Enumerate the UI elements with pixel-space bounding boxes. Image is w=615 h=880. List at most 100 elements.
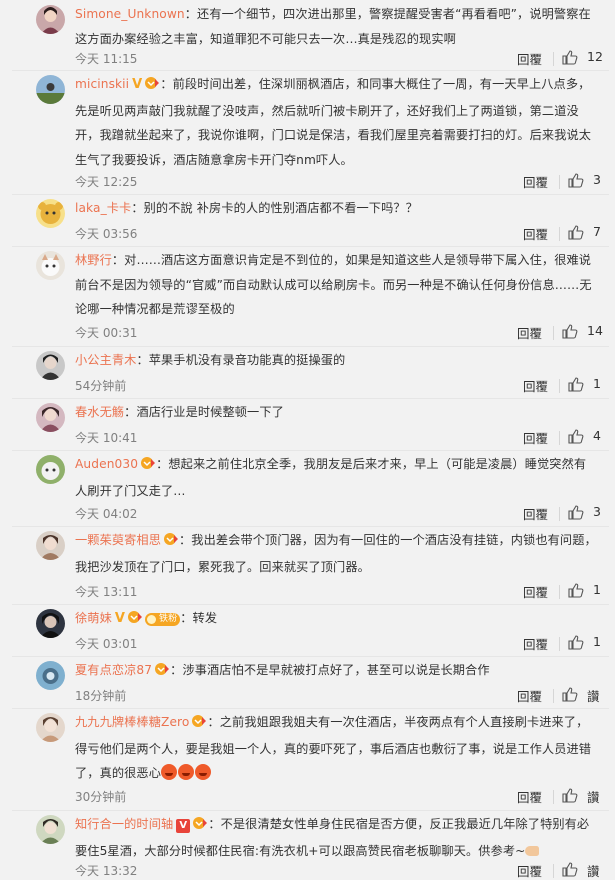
username-link[interactable]: 九九九牌棒棒糖Zero <box>75 715 189 729</box>
timestamp: 今天 03:01 <box>75 637 138 651</box>
username-link[interactable]: 春水无觞 <box>75 405 124 419</box>
verified-badge-icon: V <box>132 77 143 92</box>
reply-button[interactable]: 回覆 <box>523 634 548 653</box>
like-count: 讚 <box>587 790 600 805</box>
comment-text: 徐萌妹 V 铁粉 ：转发 <box>75 606 597 633</box>
avatar[interactable] <box>36 455 65 484</box>
avatar[interactable] <box>36 199 65 228</box>
timestamp: 今天 10:41 <box>75 431 138 445</box>
reply-button[interactable]: 回覆 <box>517 787 542 806</box>
comment-text: laka_卡卡：别的不說 补房卡的人的性别酒店都不看一下吗？？ <box>75 201 418 215</box>
timestamp: 54分钟前 <box>75 379 127 393</box>
avatar[interactable] <box>36 5 65 34</box>
like-count: 12 <box>587 49 603 64</box>
vip-badge-icon <box>192 814 208 839</box>
thumbs-up-icon <box>562 324 578 339</box>
comment-item: 九九九牌棒棒糖Zero ：之前我姐跟我姐夫有一次住酒店，半夜两点有个人直接刷卡进来… <box>12 708 609 811</box>
avatar[interactable] <box>36 609 65 638</box>
divider <box>559 379 560 393</box>
timestamp: 18分钟前 <box>75 689 127 703</box>
comment-item: 小公主青木：苹果手机没有录音功能真的挺操蛋的 54分钟前 回覆 1 <box>12 346 609 399</box>
username-link[interactable]: 林野行 <box>75 253 112 267</box>
username-link[interactable]: 知行合一的时间轴 <box>75 817 173 831</box>
timestamp: 今天 13:32 <box>75 864 138 878</box>
thumbs-up-icon <box>568 505 584 520</box>
like-count: 4 <box>593 428 601 443</box>
username-link[interactable]: Auden030 <box>75 457 138 471</box>
like-count: 1 <box>593 376 601 391</box>
thumbs-up-icon <box>562 687 578 702</box>
avatar[interactable] <box>36 815 65 844</box>
verified-badge-icon: V <box>114 611 126 626</box>
thumbs-up-icon <box>568 173 584 188</box>
reply-button[interactable]: 回覆 <box>523 428 548 447</box>
timestamp: 今天 11:15 <box>75 52 138 66</box>
divider <box>559 431 560 445</box>
comment-item: 夏有点恋凉87 ：涉事酒店怕不是早就被打点好了，甚至可以说是长期合作 18分钟前 … <box>12 656 609 709</box>
thumbs-up-icon <box>568 429 584 444</box>
angry-emoji-icon <box>195 764 212 780</box>
reply-button[interactable]: 回覆 <box>517 323 542 342</box>
avatar[interactable] <box>36 251 65 280</box>
username-link[interactable]: micinskii <box>75 77 129 91</box>
vip-badge-icon <box>154 660 170 685</box>
comment-item: 徐萌妹 V 铁粉 ：转发 今天 03:01 回覆 1 <box>12 604 609 657</box>
vip-badge-icon <box>144 74 160 99</box>
comment-text: 知行合一的时间轴 V ：不是很清楚女性单身住民宿是否方便，反正我最近几年除了特别有必… <box>75 812 597 863</box>
reply-button[interactable]: 回覆 <box>523 504 548 523</box>
comment-item: micinskii V ：前段时间出差，住深圳丽枫酒店，和同事大概住了一周，有一天早… <box>12 70 609 195</box>
avatar[interactable] <box>36 661 65 690</box>
reply-button[interactable]: 回覆 <box>523 582 548 601</box>
avatar[interactable] <box>36 713 65 742</box>
comment-item: Simone_Unknown：还有一个细节，四次进出那里，警察提醒受害者“再看看… <box>12 0 609 71</box>
comment-text: 夏有点恋凉87 ：涉事酒店怕不是早就被打点好了，甚至可以说是长期合作 <box>75 658 597 685</box>
comment-text: 一颗茱萸寄相思 ：我出差会带个顶门器，因为有一回住的一个酒店没有挂链，内锁也有问题… <box>75 528 597 579</box>
avatar[interactable] <box>36 75 65 104</box>
timestamp: 今天 04:02 <box>75 507 138 521</box>
like-count: 讚 <box>587 689 600 704</box>
username-link[interactable]: 夏有点恋凉87 <box>75 663 152 677</box>
username-link[interactable]: 一颗茱萸寄相思 <box>75 533 161 547</box>
handshake-emoji-icon <box>525 845 540 856</box>
reply-button[interactable]: 回覆 <box>523 224 548 243</box>
comment-text: 春水无觞：酒店行业是时候整顿一下了 <box>75 405 284 419</box>
comment-text: 九九九牌棒棒糖Zero ：之前我姐跟我姐夫有一次住酒店，半夜两点有个人直接刷卡进来… <box>75 710 597 786</box>
verified-badge-icon: V <box>176 819 191 833</box>
avatar[interactable] <box>36 403 65 432</box>
divider <box>559 175 560 189</box>
like-count: 1 <box>593 582 601 597</box>
timestamp: 今天 00:31 <box>75 326 138 340</box>
thumbs-up-icon <box>568 635 584 650</box>
divider <box>553 689 554 703</box>
avatar[interactable] <box>36 531 65 560</box>
username-link[interactable]: 徐萌妹 <box>75 611 112 625</box>
divider <box>559 227 560 241</box>
comment-item: 林野行：对……酒店这方面意识肯定是不到位的，如果是知道这些人是领导带下属入住，很… <box>12 246 609 347</box>
avatar[interactable] <box>36 351 65 380</box>
like-count: 3 <box>593 504 601 519</box>
comment-item: 春水无觞：酒店行业是时候整顿一下了 今天 10:41 回覆 4 <box>12 398 609 451</box>
username-link[interactable]: laka_卡卡 <box>75 201 131 215</box>
divider <box>559 585 560 599</box>
thumbs-up-icon <box>568 583 584 598</box>
like-count: 3 <box>593 172 601 187</box>
timestamp: 今天 13:11 <box>75 585 138 599</box>
divider <box>553 864 554 878</box>
username-link[interactable]: Simone_Unknown <box>75 7 185 21</box>
comment-text: Auden030 ：想起来之前住北京全季，我朋友是后来才来，早上（可能是凌晨）睡觉… <box>75 452 597 503</box>
username-link[interactable]: 小公主青木 <box>75 353 136 367</box>
reply-button[interactable]: 回覆 <box>523 172 548 191</box>
reply-button[interactable]: 回覆 <box>523 376 548 395</box>
thumbs-up-icon <box>562 862 578 877</box>
comment-item: Auden030 ：想起来之前住北京全季，我朋友是后来才来，早上（可能是凌晨）睡觉… <box>12 450 609 527</box>
like-count: 14 <box>587 323 603 338</box>
angry-emoji-icon <box>161 764 178 780</box>
comment-text: Simone_Unknown：还有一个细节，四次进出那里，警察提醒受害者“再看看… <box>75 7 591 46</box>
reply-button[interactable]: 回覆 <box>517 686 542 705</box>
vip-badge-icon <box>163 530 179 555</box>
fan-badge: 铁粉 <box>145 613 181 626</box>
reply-button[interactable]: 回覆 <box>517 49 542 68</box>
reply-button[interactable]: 回覆 <box>517 861 542 880</box>
divider <box>553 326 554 340</box>
like-count: 讚 <box>587 864 600 879</box>
